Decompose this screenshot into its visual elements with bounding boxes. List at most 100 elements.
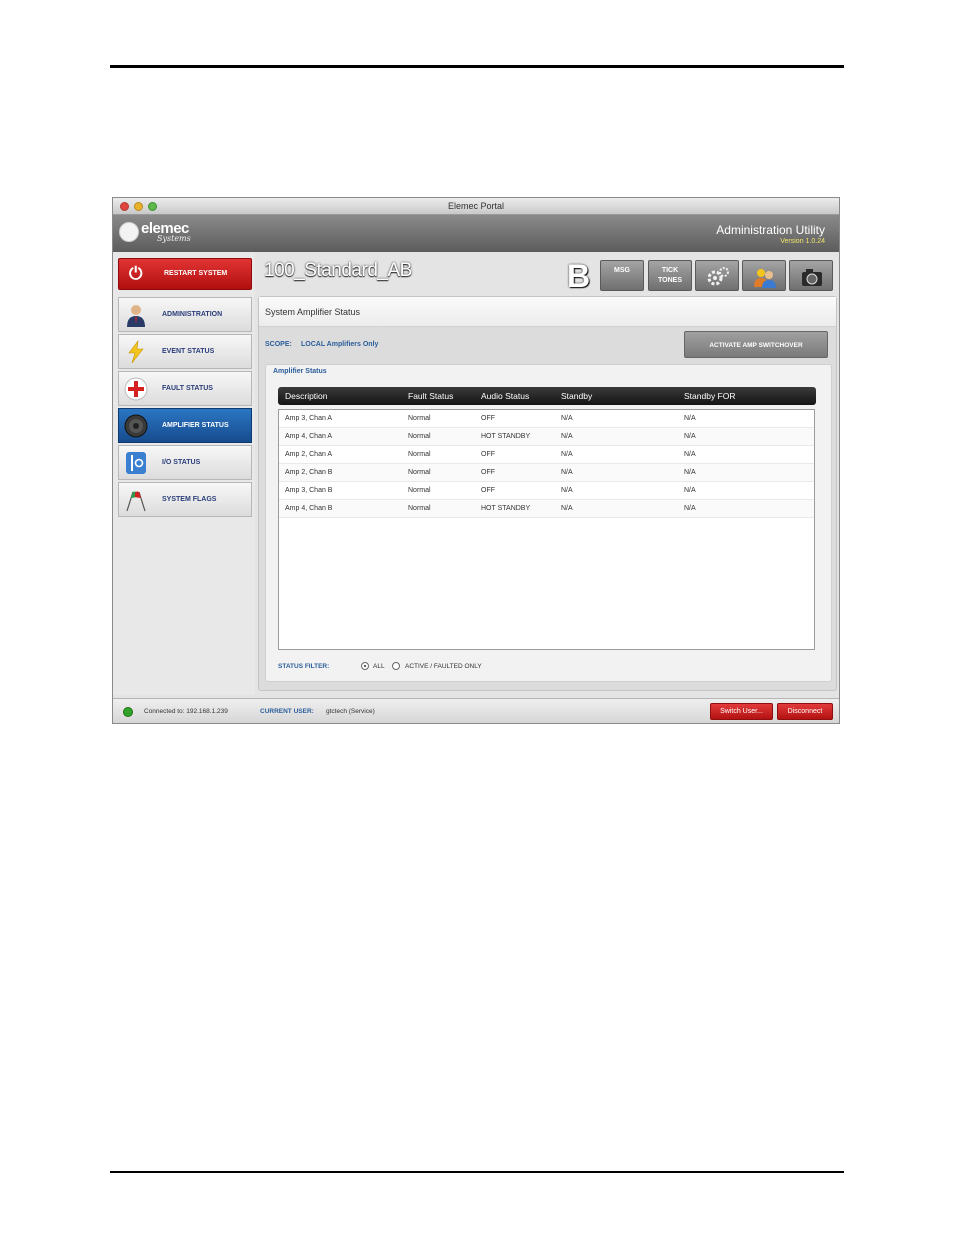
cell-audio-status: OFF: [481, 469, 495, 476]
col-audio-status: Audio Status: [481, 391, 530, 401]
amplifier-table-body: Amp 3, Chan A Normal OFF N/A N/A Amp 4, Chan …: [278, 409, 815, 650]
gears-icon: [707, 267, 729, 286]
cell-audio-status: OFF: [481, 487, 495, 494]
table-row[interactable]: Amp 2, Chan B Normal OFF N/A N/A: [279, 464, 814, 482]
table-row[interactable]: Amp 3, Chan A Normal OFF N/A N/A: [279, 410, 814, 428]
elemec-logo: elemec Systems: [119, 220, 209, 248]
section-title: Amplifier Status: [273, 368, 327, 375]
cell-description: Amp 4, Chan A: [285, 433, 333, 440]
sidebar-item-io-status[interactable]: I/O STATUS: [118, 445, 252, 480]
sidebar-item-label: FAULT STATUS: [162, 385, 213, 392]
table-row[interactable]: Amp 2, Chan A Normal OFF N/A N/A: [279, 446, 814, 464]
system-name: 100_Standard_AB: [264, 260, 412, 281]
col-description: Description: [285, 391, 328, 401]
connection-status-icon: [123, 707, 133, 717]
current-user-value: gtctech (Service): [326, 708, 375, 715]
cell-standby: N/A: [561, 415, 573, 422]
table-row[interactable]: Amp 4, Chan B Normal HOT STANDBY N/A N/A: [279, 500, 814, 518]
disconnect-label: Disconnect: [787, 708, 823, 715]
table-row[interactable]: Amp 4, Chan A Normal HOT STANDBY N/A N/A: [279, 428, 814, 446]
logo-mark-icon: [119, 222, 139, 242]
status-bar: Connected to: 192.168.1.239 CURRENT USER…: [113, 698, 839, 723]
msg-button-label: MSG: [614, 267, 630, 274]
filter-active-faulted-label: ACTIVE / FAULTED ONLY: [405, 663, 482, 670]
red-cross-icon: [124, 377, 148, 401]
col-standby: Standby: [561, 391, 593, 401]
cell-fault-status: Normal: [408, 487, 431, 494]
flags-icon: [126, 491, 146, 512]
cell-fault-status: Normal: [408, 415, 431, 422]
panel-header: System Amplifier Status: [259, 297, 836, 327]
cell-fault-status: Normal: [408, 469, 431, 476]
lightning-icon: [128, 340, 144, 364]
cell-standby-for: N/A: [684, 487, 696, 494]
cell-standby: N/A: [561, 451, 573, 458]
app-name: Administration Utility: [716, 223, 825, 237]
window-title: Elemec Portal: [447, 201, 505, 211]
status-filter-label: STATUS FILTER:: [278, 663, 330, 670]
table-row[interactable]: Amp 3, Chan B Normal OFF N/A N/A: [279, 482, 814, 500]
app-header: elemec Systems Administration Utility Ve…: [113, 215, 839, 252]
activate-amp-switchover-button[interactable]: ACTIVATE AMP SWITCHOVER: [684, 331, 828, 358]
tick-tones-label: TICK TONES: [649, 266, 691, 286]
app-version: Version 1.0.24: [780, 238, 825, 245]
sidebar-item-label: EVENT STATUS: [162, 348, 215, 355]
cell-audio-status: HOT STANDBY: [481, 505, 531, 512]
user-admin-icon: [127, 305, 145, 327]
cell-standby-for: N/A: [684, 469, 696, 476]
cell-standby: N/A: [561, 469, 573, 476]
switch-user-button[interactable]: Switch User...: [710, 703, 773, 720]
sidebar: ⏻ RESTART SYSTEM ADMINISTRATION EVENT ST…: [113, 252, 255, 695]
cell-audio-status: HOT STANDBY: [481, 433, 531, 440]
cell-audio-status: OFF: [481, 415, 495, 422]
cell-standby-for: N/A: [684, 415, 696, 422]
page-bottom-rule: [110, 1171, 844, 1173]
speaker-icon: [124, 414, 148, 438]
col-fault-status: Fault Status: [408, 391, 454, 401]
power-icon: ⏻: [129, 264, 143, 283]
cell-standby: N/A: [561, 505, 573, 512]
table-header: Description Fault Status Audio Status St…: [278, 387, 816, 405]
cell-standby-for: N/A: [684, 451, 696, 458]
sidebar-item-label: I/O STATUS: [162, 459, 201, 466]
cell-standby: N/A: [561, 433, 573, 440]
cell-description: Amp 2, Chan B: [285, 469, 333, 476]
io-switch-icon: [126, 452, 146, 474]
disconnect-button[interactable]: Disconnect: [777, 703, 833, 720]
switch-user-label: Switch User...: [720, 708, 763, 715]
cell-standby-for: N/A: [684, 505, 696, 512]
sidebar-item-fault-status[interactable]: FAULT STATUS: [118, 371, 252, 406]
cell-fault-status: Normal: [408, 505, 431, 512]
cell-description: Amp 4, Chan B: [285, 505, 333, 512]
sidebar-item-system-flags[interactable]: SYSTEM FLAGS: [118, 482, 252, 517]
settings-button[interactable]: [695, 260, 739, 291]
camera-icon: [802, 269, 822, 286]
window-titlebar: Elemec Portal: [113, 198, 839, 215]
camera-button[interactable]: [789, 260, 833, 291]
users-button[interactable]: [742, 260, 786, 291]
restart-system-label: RESTART SYSTEM: [164, 270, 228, 277]
sidebar-item-label: SYSTEM FLAGS: [162, 496, 217, 503]
tones-label: TONES: [658, 277, 682, 284]
cell-fault-status: Normal: [408, 451, 431, 458]
restart-system-button[interactable]: ⏻ RESTART SYSTEM: [118, 258, 252, 290]
sidebar-item-administration[interactable]: ADMINISTRATION: [118, 297, 252, 332]
col-standby-for: Standby FOR: [684, 391, 736, 401]
sidebar-item-event-status[interactable]: EVENT STATUS: [118, 334, 252, 369]
logo-subtext: Systems: [157, 234, 191, 243]
page-top-rule: [110, 65, 844, 68]
msg-button[interactable]: MSG: [600, 260, 644, 291]
filter-all-radio[interactable]: [361, 662, 369, 670]
cell-fault-status: Normal: [408, 433, 431, 440]
zone-letter: B: [567, 258, 591, 294]
filter-all-label: ALL: [373, 663, 385, 670]
cell-description: Amp 3, Chan B: [285, 487, 333, 494]
app-window: Elemec Portal elemec Systems Administrat…: [112, 197, 840, 724]
tick-tones-button[interactable]: TICK TONES: [648, 260, 692, 291]
users-icon: [754, 269, 776, 288]
sidebar-item-amplifier-status[interactable]: AMPLIFIER STATUS: [118, 408, 252, 443]
tick-label: TICK: [661, 267, 679, 274]
connection-text: Connected to: 192.168.1.239: [144, 708, 228, 715]
filter-active-faulted-radio[interactable]: [392, 662, 400, 670]
cell-standby: N/A: [561, 487, 573, 494]
